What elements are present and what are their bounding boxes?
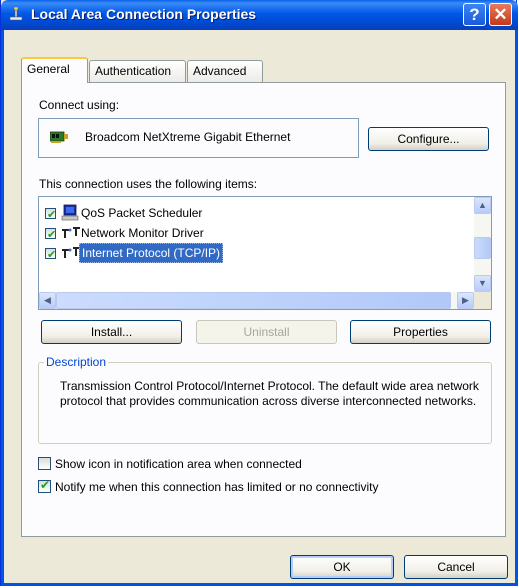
- scroll-down-button[interactable]: ▼: [474, 275, 491, 292]
- show-icon-label: Show icon in notification area when conn…: [55, 457, 302, 471]
- chevron-right-icon: ▶: [462, 295, 469, 305]
- configure-button[interactable]: Configure...: [368, 127, 489, 151]
- list-item[interactable]: ✔ Internet Protocol (TCP/IP): [45, 243, 475, 263]
- properties-button[interactable]: Properties: [350, 320, 491, 344]
- scroll-up-button[interactable]: ▲: [474, 197, 491, 214]
- uninstall-button-label: Uninstall: [243, 325, 290, 339]
- description-text: Transmission Control Protocol/Internet P…: [60, 379, 479, 408]
- chevron-down-icon: ▼: [478, 278, 487, 288]
- description-legend: Description: [44, 355, 109, 369]
- adapter-name: Broadcom NetXtreme Gigabit Ethernet: [85, 130, 291, 144]
- adapter-display: Broadcom NetXtreme Gigabit Ethernet: [38, 118, 359, 158]
- horizontal-scrollbar[interactable]: ◀ ▶: [39, 292, 474, 309]
- horizontal-scroll-thumb[interactable]: [56, 292, 451, 309]
- show-icon-checkbox[interactable]: [38, 457, 51, 470]
- item-checkbox[interactable]: ✔: [45, 248, 56, 261]
- general-content: Connect using: Broadcom NetXtreme Gigabi…: [1, 0, 518, 586]
- scrollbar-corner: [474, 292, 491, 309]
- install-button[interactable]: Install...: [41, 320, 182, 344]
- item-label: Network Monitor Driver: [81, 226, 204, 240]
- description-group: Description Transmission Control Protoco…: [38, 355, 492, 444]
- items-label: This connection uses the following items…: [39, 177, 258, 191]
- show-icon-option[interactable]: Show icon in notification area when conn…: [38, 457, 302, 471]
- notify-checkbox[interactable]: ✔: [38, 478, 51, 493]
- install-button-label: Install...: [90, 325, 133, 339]
- chevron-left-icon: ◀: [44, 295, 51, 305]
- vertical-scrollbar[interactable]: ▲ ▼: [474, 197, 491, 292]
- network-protocol-icon: [62, 247, 80, 258]
- scroll-right-button[interactable]: ▶: [457, 292, 474, 309]
- network-adapter-icon: [50, 131, 68, 143]
- item-label: Internet Protocol (TCP/IP): [79, 243, 224, 263]
- properties-button-label: Properties: [393, 325, 448, 339]
- connect-using-label: Connect using:: [39, 98, 120, 112]
- item-checkbox[interactable]: ✔: [45, 208, 56, 221]
- vertical-scroll-thumb[interactable]: [474, 237, 491, 259]
- dialog-window: Local Area Connection Properties ? ✕ Gen…: [0, 0, 518, 586]
- notify-label: Notify me when this connection has limit…: [55, 480, 379, 494]
- notify-option[interactable]: ✔ Notify me when this connection has limi…: [38, 478, 379, 494]
- item-label: QoS Packet Scheduler: [81, 206, 203, 220]
- configure-button-label: Configure...: [397, 132, 460, 146]
- uninstall-button[interactable]: Uninstall: [196, 320, 337, 344]
- chevron-up-icon: ▲: [478, 200, 487, 210]
- network-protocol-icon: [62, 227, 80, 238]
- item-checkbox[interactable]: ✔: [45, 228, 56, 241]
- components-list[interactable]: ✔ QoS Packet Scheduler ✔ Network Monitor…: [38, 196, 492, 310]
- scroll-left-button[interactable]: ◀: [39, 292, 56, 309]
- scheduler-icon: [61, 204, 79, 221]
